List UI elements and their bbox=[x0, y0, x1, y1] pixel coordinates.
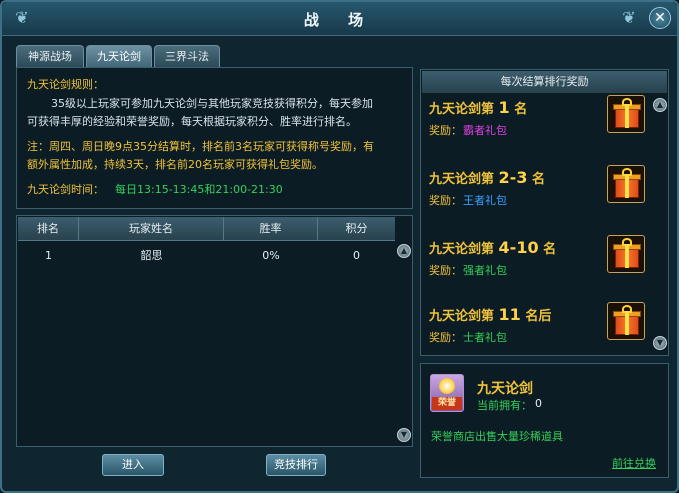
reward-rank: 4-10 bbox=[498, 238, 539, 257]
scroll-up-icon[interactable]: ▲ bbox=[397, 244, 411, 258]
reward-label: 奖励： bbox=[429, 194, 462, 207]
reward-row: 九天论剑第 2-3 名奖励： 王者礼包 bbox=[429, 165, 654, 228]
enter-button[interactable]: 进入 bbox=[102, 454, 164, 476]
rewards-scrollbar[interactable]: ▲ ▼ bbox=[653, 98, 667, 354]
reward-rank: 2-3 bbox=[498, 168, 528, 187]
reward-item[interactable]: 强者礼包 bbox=[463, 262, 507, 278]
rewards-heading: 每次结算排行奖励 bbox=[422, 71, 667, 93]
gift-box-icon[interactable] bbox=[607, 165, 645, 203]
time-label: 九天论剑时间： bbox=[27, 183, 104, 196]
ranking-button[interactable]: 竞技排行 bbox=[266, 454, 326, 476]
reward-row: 九天论剑第 1 名奖励： 霸者礼包 bbox=[429, 95, 654, 158]
close-icon[interactable]: ✕ bbox=[649, 7, 671, 29]
owned-label: 当前拥有： bbox=[477, 399, 532, 412]
rules-panel: 九天论剑规则： 35级以上玩家可参加九天论剑与其他玩家竞技获得积分，每天参加 可… bbox=[16, 67, 413, 209]
honor-title: 九天论剑 bbox=[477, 381, 533, 397]
owned-value: 0 bbox=[535, 397, 542, 410]
battlefield-window: ❦ 战 场 ❦ ✕ 神源战场 九天论剑 三界斗法 九天论剑规则： 35级以上玩家… bbox=[0, 0, 679, 493]
reward-prefix: 九天论剑第 bbox=[429, 309, 495, 324]
rules-heading: 九天论剑规则： bbox=[27, 78, 104, 91]
reward-rank: 1 bbox=[498, 98, 510, 117]
reward-row: 九天论剑第 11 名后奖励： 士者礼包 bbox=[429, 302, 654, 365]
tab-sanjie[interactable]: 三界斗法 bbox=[154, 45, 220, 67]
scroll-down-icon[interactable]: ▼ bbox=[653, 336, 667, 350]
column-header: 胜率 bbox=[224, 217, 318, 241]
ranking-table: 排名 玩家姓名 胜率 积分 1 韶思 0% 0 ▲ ▼ bbox=[16, 215, 413, 447]
reward-label: 奖励： bbox=[429, 124, 462, 137]
reward-label: 奖励： bbox=[429, 264, 462, 277]
column-header: 玩家姓名 bbox=[79, 217, 224, 241]
gift-box-icon[interactable] bbox=[607, 95, 645, 133]
honor-panel: 荣誉 九天论剑 当前拥有： 0 荣誉商店出售大量珍稀道具 前往兑换 bbox=[420, 363, 669, 478]
reward-prefix: 九天论剑第 bbox=[429, 242, 495, 257]
reward-title: 九天论剑第 11 名后 bbox=[429, 305, 551, 324]
reward-title: 九天论剑第 4-10 名 bbox=[429, 238, 556, 257]
reward-suffix: 名 bbox=[514, 102, 528, 117]
player-name-cell: 韶思 bbox=[140, 249, 163, 262]
score-cell: 0 bbox=[353, 249, 360, 262]
reward-row: 九天论剑第 4-10 名奖励： 强者礼包 bbox=[429, 235, 654, 298]
reward-item[interactable]: 霸者礼包 bbox=[463, 122, 507, 138]
tab-jiutian[interactable]: 九天论剑 bbox=[86, 45, 152, 68]
column-header: 积分 bbox=[345, 222, 368, 235]
reward-title: 九天论剑第 2-3 名 bbox=[429, 168, 545, 187]
reward-item[interactable]: 王者礼包 bbox=[463, 192, 507, 208]
reward-prefix: 九天论剑第 bbox=[429, 172, 495, 187]
title-bar: ❦ 战 场 ❦ ✕ bbox=[2, 2, 677, 36]
rules-note: 注：周四、周日晚9点35分结算时，排名前3名玩家可获得称号奖励，有 bbox=[27, 140, 374, 153]
reward-title: 九天论剑第 1 名 bbox=[429, 98, 527, 117]
rewards-panel: 每次结算排行奖励 九天论剑第 1 名奖励： 霸者礼包 九天论剑第 2-3 名奖励：王… bbox=[420, 69, 669, 356]
table-header: 排名 玩家姓名 胜率 积分 bbox=[18, 217, 395, 241]
reward-rank: 11 bbox=[498, 305, 521, 324]
honor-icon-text: 荣誉 bbox=[432, 397, 462, 410]
honor-medal-icon: 荣誉 bbox=[430, 374, 464, 412]
table-scrollbar[interactable]: ▲ ▼ bbox=[397, 242, 411, 442]
reward-label: 奖励： bbox=[429, 331, 462, 344]
time-value: 每日13:15-13:45和21:00-21:30 bbox=[115, 183, 283, 196]
reward-suffix: 名后 bbox=[525, 309, 552, 324]
scroll-up-icon[interactable]: ▲ bbox=[653, 98, 667, 112]
column-header: 排名 bbox=[18, 217, 79, 241]
window-title: 战 场 bbox=[303, 11, 376, 29]
rules-note: 额外属性加成，持续3天，排名前20名玩家可获得礼包奖励。 bbox=[27, 158, 323, 171]
ornament-icon: ❦ bbox=[622, 8, 636, 27]
gift-box-icon[interactable] bbox=[607, 302, 645, 340]
tab-shenyuan[interactable]: 神源战场 bbox=[16, 45, 84, 67]
reward-prefix: 九天论剑第 bbox=[429, 102, 495, 117]
honor-shop-text: 荣誉商店出售大量珍稀道具 bbox=[431, 430, 563, 443]
reward-suffix: 名 bbox=[543, 242, 557, 257]
gift-box-icon[interactable] bbox=[607, 235, 645, 273]
scroll-down-icon[interactable]: ▼ bbox=[397, 428, 411, 442]
exchange-link[interactable]: 前往兑换 bbox=[612, 455, 656, 471]
rules-line: 可获得丰厚的经验和荣誉奖励，每天根据玩家积分、胜率进行排名。 bbox=[27, 115, 357, 128]
rules-line: 35级以上玩家可参加九天论剑与其他玩家竞技获得积分，每天参加 bbox=[51, 97, 373, 110]
win-rate-cell: 0% bbox=[262, 249, 280, 262]
reward-suffix: 名 bbox=[531, 172, 545, 187]
reward-item[interactable]: 士者礼包 bbox=[463, 329, 507, 345]
rank-cell: 1 bbox=[45, 249, 52, 262]
